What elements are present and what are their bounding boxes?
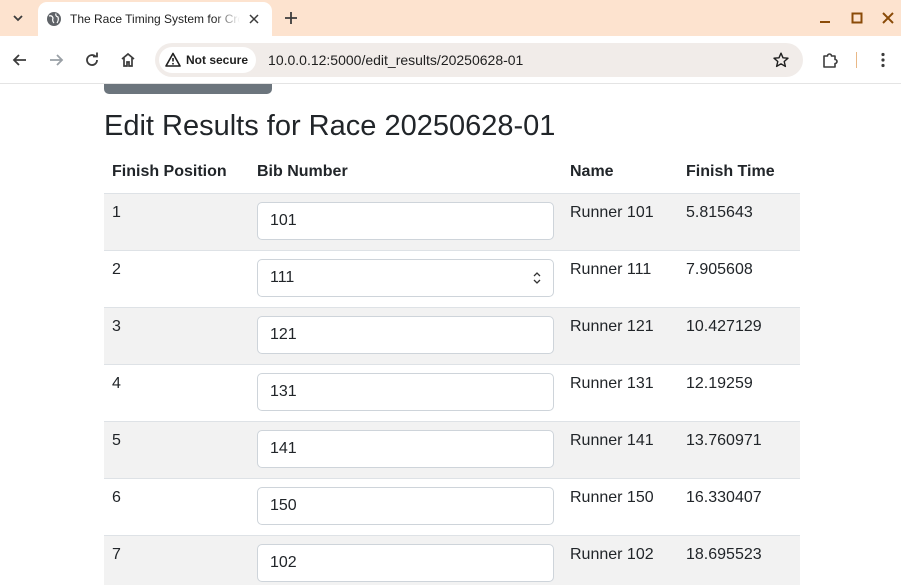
runner-name: Runner 121 xyxy=(562,307,678,365)
runner-name: Runner 150 xyxy=(562,478,678,536)
reload-icon xyxy=(86,52,98,66)
runner-name: Runner 131 xyxy=(562,364,678,422)
toolbar-divider xyxy=(856,52,857,68)
results-table: Finish Position Bib Number Name Finish T… xyxy=(104,154,800,585)
bib-number-input[interactable] xyxy=(257,429,554,468)
menu-button[interactable] xyxy=(871,48,895,72)
security-label: Not secure xyxy=(186,53,249,67)
finish-time: 18.695523 xyxy=(678,535,800,585)
new-tab-button[interactable] xyxy=(279,6,303,30)
tab-close-button[interactable] xyxy=(246,11,262,27)
table-row: 1 Runner 101 5.815643 xyxy=(104,193,800,251)
bib-cell xyxy=(249,535,562,585)
header-finish-time: Finish Time xyxy=(678,154,800,194)
runner-name: Runner 141 xyxy=(562,421,678,479)
bib-cell xyxy=(249,421,562,479)
more-vertical-icon xyxy=(881,52,885,68)
maximize-button[interactable] xyxy=(845,6,869,30)
table-row: 6 Runner 150 16.330407 xyxy=(104,478,800,536)
table-row: 2 Runner 111 7.905608 xyxy=(104,250,800,308)
bib-cell xyxy=(249,193,562,251)
finish-position: 2 xyxy=(104,250,249,308)
bib-number-input[interactable] xyxy=(257,201,554,240)
finish-position: 7 xyxy=(104,535,249,585)
reload-button[interactable] xyxy=(80,48,104,72)
finish-position: 3 xyxy=(104,307,249,365)
arrow-left-icon xyxy=(12,54,26,66)
finish-position: 1 xyxy=(104,193,249,251)
url-text[interactable]: 10.0.0.12:5000/edit_results/20250628-01 xyxy=(268,52,523,68)
bib-cell xyxy=(249,478,562,536)
minimize-icon xyxy=(820,21,830,23)
runner-name: Runner 101 xyxy=(562,193,678,251)
chevron-down-icon xyxy=(13,15,23,22)
close-window-button[interactable] xyxy=(876,6,900,30)
table-row: 3 Runner 121 10.427129 xyxy=(104,307,800,365)
tab-title: The Race Timing System for Cross Country xyxy=(70,12,240,26)
close-icon xyxy=(249,14,259,24)
finish-time: 13.760971 xyxy=(678,421,800,479)
header-name: Name xyxy=(562,154,678,194)
bib-input-wrapper xyxy=(257,258,554,297)
table-row: 7 Runner 102 18.695523 xyxy=(104,535,800,585)
warning-icon xyxy=(165,52,181,67)
number-spinner-icon[interactable] xyxy=(532,269,542,287)
arrow-right-icon xyxy=(50,54,64,66)
tab-search-button[interactable] xyxy=(6,6,30,30)
home-button[interactable] xyxy=(116,48,140,72)
minimize-button[interactable] xyxy=(813,6,837,30)
table-header-row: Finish Position Bib Number Name Finish T… xyxy=(104,154,800,194)
finish-position: 6 xyxy=(104,478,249,536)
maximize-icon xyxy=(851,12,863,24)
table-row: 5 Runner 141 13.760971 xyxy=(104,421,800,479)
puzzle-icon xyxy=(823,53,838,68)
back-button[interactable] xyxy=(8,48,32,72)
bookmark-star-icon[interactable] xyxy=(773,52,789,68)
home-icon xyxy=(121,52,135,67)
runner-name: Runner 111 xyxy=(562,250,678,308)
finish-time: 16.330407 xyxy=(678,478,800,536)
browser-tab[interactable]: The Race Timing System for Cross Country xyxy=(38,2,272,36)
runner-name: Runner 102 xyxy=(562,535,678,585)
bib-cell xyxy=(249,307,562,365)
finish-time: 12.19259 xyxy=(678,364,800,422)
finish-position: 5 xyxy=(104,421,249,479)
page-title: Edit Results for Race 20250628-01 xyxy=(104,110,556,142)
bib-number-input[interactable] xyxy=(257,258,554,297)
back-to-races-button[interactable] xyxy=(104,84,272,94)
page-viewport: Edit Results for Race 20250628-01 Finish… xyxy=(0,84,901,585)
bib-cell xyxy=(249,250,562,308)
bib-number-input[interactable] xyxy=(257,543,554,582)
table-row: 4 Runner 131 12.19259 xyxy=(104,364,800,422)
finish-time: 5.815643 xyxy=(678,193,800,251)
extensions-button[interactable] xyxy=(818,48,842,72)
header-finish-position: Finish Position xyxy=(104,154,249,194)
bib-number-input[interactable] xyxy=(257,372,554,411)
globe-icon xyxy=(47,12,61,26)
address-bar[interactable]: Not secure 10.0.0.12:5000/edit_results/2… xyxy=(155,43,803,77)
tab-strip: The Race Timing System for Cross Country xyxy=(0,0,901,36)
finish-position: 4 xyxy=(104,364,249,422)
close-icon xyxy=(882,12,894,24)
bib-number-input[interactable] xyxy=(257,486,554,525)
plus-icon xyxy=(285,12,297,24)
header-bib-number: Bib Number xyxy=(249,154,562,194)
security-chip[interactable]: Not secure xyxy=(159,47,257,73)
finish-time: 7.905608 xyxy=(678,250,800,308)
browser-toolbar: Not secure 10.0.0.12:5000/edit_results/2… xyxy=(0,36,901,84)
finish-time: 10.427129 xyxy=(678,307,800,365)
bib-cell xyxy=(249,364,562,422)
bib-number-input[interactable] xyxy=(257,315,554,354)
forward-button[interactable] xyxy=(44,48,68,72)
